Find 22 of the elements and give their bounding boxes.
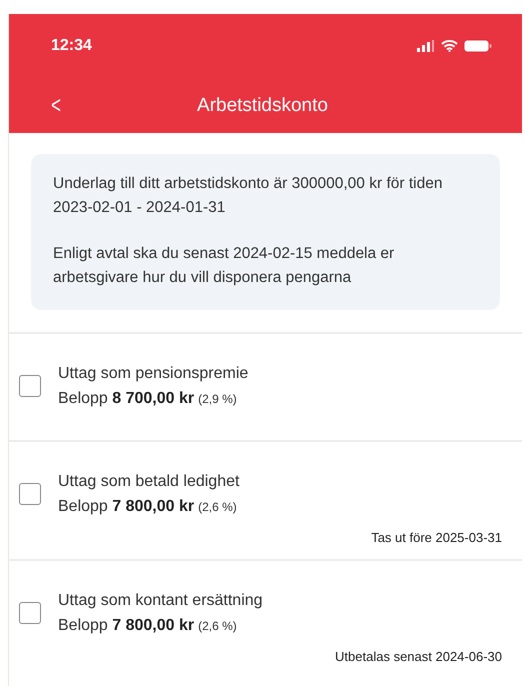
- amount-text: Belopp 7 800,00 kr: [58, 497, 194, 517]
- page-title: Arbetstidskonto: [196, 95, 329, 117]
- date-note: Tas ut före 2025-03-31: [371, 530, 502, 545]
- percent-text: (2,6 %): [198, 619, 237, 633]
- option-title: Uttag som pensionspremie: [58, 364, 248, 384]
- status-time: 12:34: [51, 37, 92, 55]
- option-title: Uttag som kontant ersättning: [58, 591, 263, 611]
- percent-text: (2,6 %): [198, 500, 237, 514]
- amount-text: Belopp 8 700,00 kr: [58, 389, 194, 409]
- checkbox[interactable]: [19, 602, 41, 624]
- signal-icon: [417, 40, 435, 52]
- amount-text: Belopp 7 800,00 kr: [58, 616, 194, 636]
- wifi-icon: [441, 40, 458, 52]
- battery-icon: [464, 40, 492, 52]
- checkbox[interactable]: [19, 483, 41, 505]
- percent-text: (2,9 %): [198, 392, 237, 406]
- date-note: Utbetalas senast 2024-06-30: [335, 649, 502, 664]
- back-button[interactable]: <: [51, 92, 61, 120]
- option-title: Uttag som betald ledighet: [58, 472, 240, 492]
- checkbox[interactable]: [19, 375, 41, 397]
- info-text: Enligt avtal ska du senast 2024-02-15 meddela er arbetsgivare hur du vill disponera pengarna: [53, 244, 396, 288]
- info-text: Underlag till ditt arbetstidskonto är 300000,00 kr för tiden 2023-02-01 - 2024-01-31: [53, 174, 444, 218]
